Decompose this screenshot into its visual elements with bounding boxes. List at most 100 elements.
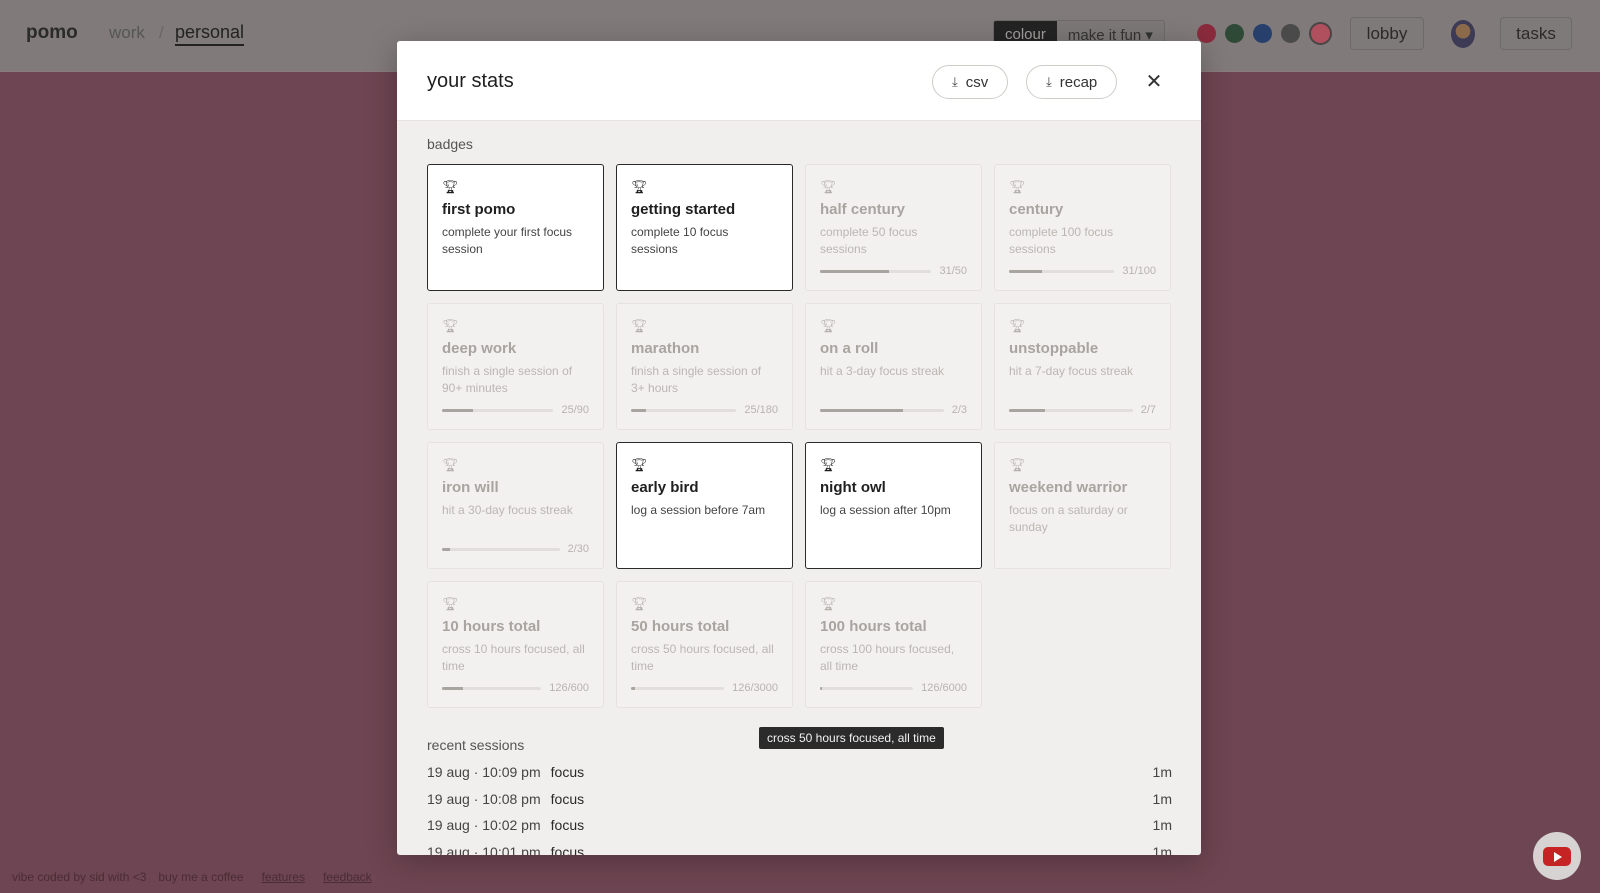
footer-credit: vibe coded by sid with <3 xyxy=(12,870,147,884)
trophy-icon: 🏆︎ xyxy=(820,179,837,194)
progress-track xyxy=(442,547,560,551)
badge-name: night owl xyxy=(820,479,886,496)
badge-card[interactable]: 🏆︎ first pomo complete your first focus se… xyxy=(427,164,604,291)
badges-heading: badges xyxy=(427,136,473,152)
badge-name: iron will xyxy=(442,479,499,496)
tasks-button[interactable]: tasks xyxy=(1500,17,1572,50)
progress-track xyxy=(820,686,914,690)
badge-name: half century xyxy=(820,201,906,218)
download-csv-button[interactable]: ⤓ csv xyxy=(932,65,1009,99)
session-row: 19 aug · 10:08 pm focus 1m xyxy=(427,791,1172,811)
badge-description: log a session after 10pm xyxy=(820,503,951,517)
progress-fill xyxy=(1009,408,1045,412)
badge-card[interactable]: 🏆︎ half century complete 50 focus sessions… xyxy=(805,164,982,291)
badge-progress: 2/30 xyxy=(442,543,589,555)
footer-coffee-link[interactable]: buy me a coffee xyxy=(158,870,243,884)
session-time: 19 aug · 10:08 pm xyxy=(427,790,541,807)
trophy-icon: 🏆︎ xyxy=(442,457,459,472)
theme-swatch-gray[interactable] xyxy=(1281,24,1300,43)
nav-work[interactable]: work xyxy=(109,23,145,43)
theme-swatch-green[interactable] xyxy=(1225,24,1244,43)
modal-title: your stats xyxy=(427,70,514,92)
session-time: 19 aug · 10:02 pm xyxy=(427,817,541,833)
progress-track xyxy=(442,686,542,690)
nav-personal[interactable]: personal xyxy=(175,22,245,46)
progress-count: 31/100 xyxy=(1122,265,1156,277)
progress-count: 31/50 xyxy=(939,265,967,277)
progress-track xyxy=(820,408,944,412)
badge-description: focus on a saturday or sunday xyxy=(1009,503,1128,534)
badge-card[interactable]: 🏆︎ weekend warrior focus on a saturday or … xyxy=(994,442,1171,569)
brand-logo[interactable]: pomo xyxy=(26,22,78,44)
badge-card[interactable]: 🏆︎ century complete 100 focus sessions 31/1… xyxy=(994,164,1171,291)
badge-card[interactable]: 🏆︎ night owl log a session after 10pm xyxy=(805,442,982,569)
badge-card[interactable]: 🏆︎ 100 hours total cross 100 hours focused… xyxy=(805,581,982,708)
badge-card[interactable]: 🏆︎ deep work finish a single session of 90… xyxy=(427,303,604,430)
badge-description: finish a single session of 90+ minutes xyxy=(442,364,573,395)
badge-progress: 25/90 xyxy=(442,404,589,416)
youtube-player-button[interactable] xyxy=(1533,832,1581,880)
progress-track xyxy=(1009,269,1115,273)
session-type: focus xyxy=(550,764,585,780)
avatar[interactable] xyxy=(1451,20,1475,48)
trophy-icon: 🏆︎ xyxy=(1009,179,1026,194)
session-type: focus xyxy=(550,817,585,833)
session-duration: 1m xyxy=(1152,817,1172,833)
theme-swatch-rose-selected[interactable] xyxy=(1309,22,1332,45)
progress-track xyxy=(442,408,554,412)
trophy-icon: 🏆︎ xyxy=(1009,318,1026,333)
badge-description: hit a 30-day focus streak xyxy=(442,503,573,517)
badge-name: first pomo xyxy=(442,201,516,218)
badge-description: hit a 3-day focus streak xyxy=(820,364,945,378)
youtube-icon xyxy=(1543,846,1571,866)
badge-card[interactable]: 🏆︎ on a roll hit a 3-day focus streak 2/3 xyxy=(805,303,982,430)
session-duration: 1m xyxy=(1152,790,1172,807)
session-time: 19 aug · 10:09 pm xyxy=(427,764,541,780)
session-duration: 1m xyxy=(1152,764,1172,780)
badge-name: marathon xyxy=(631,340,700,357)
progress-fill xyxy=(820,408,903,412)
download-icon: ⤓ xyxy=(952,74,958,89)
badge-card[interactable]: 🏆︎ iron will hit a 30-day focus streak 2/30 xyxy=(427,442,604,569)
footer: vibe coded by sid with <3 buy me a coffe… xyxy=(12,870,372,884)
badge-card[interactable]: 🏆︎ 10 hours total cross 10 hours focused, … xyxy=(427,581,604,708)
lobby-button[interactable]: lobby xyxy=(1350,17,1424,50)
theme-swatch-blue[interactable] xyxy=(1253,24,1272,43)
trophy-icon: 🏆︎ xyxy=(631,596,648,611)
badge-card[interactable]: 🏆︎ unstoppable hit a 7-day focus streak 2/7 xyxy=(994,303,1171,430)
trophy-icon: 🏆︎ xyxy=(1009,457,1026,472)
badge-card[interactable]: 🏆︎ getting started complete 10 focus sessi… xyxy=(616,164,793,291)
download-recap-button[interactable]: ⤓ recap xyxy=(1026,65,1118,99)
progress-count: 2/3 xyxy=(951,404,967,416)
trophy-icon: 🏆︎ xyxy=(631,457,648,472)
badge-description: complete 100 focus sessions xyxy=(1009,225,1114,256)
progress-track xyxy=(631,686,725,690)
badge-progress: 126/3000 xyxy=(631,682,778,694)
session-type: focus xyxy=(550,790,585,807)
csv-label: csv xyxy=(965,73,989,91)
trophy-icon: 🏆︎ xyxy=(820,318,837,333)
footer-feedback-link[interactable]: feedback xyxy=(323,870,372,884)
trophy-icon: 🏆︎ xyxy=(820,596,837,611)
session-time: 19 aug · 10:01 pm xyxy=(427,843,541,856)
badge-card[interactable]: 🏆︎ marathon finish a single session of 3+ … xyxy=(616,303,793,430)
recap-label: recap xyxy=(1059,73,1098,91)
progress-fill xyxy=(442,547,451,551)
progress-track xyxy=(820,269,932,273)
badge-card[interactable]: 🏆︎ 50 hours total cross 50 hours focused, … xyxy=(616,581,793,708)
close-icon[interactable]: ✕ xyxy=(1143,71,1165,93)
footer-features-link[interactable]: features xyxy=(262,870,305,884)
progress-fill xyxy=(442,686,463,690)
progress-count: 126/6000 xyxy=(921,682,967,694)
trophy-icon: 🏆︎ xyxy=(442,596,459,611)
badge-card[interactable]: 🏆︎ early bird log a session before 7am xyxy=(616,442,793,569)
badge-tooltip: cross 50 hours focused, all time xyxy=(759,727,944,749)
badge-name: 100 hours total xyxy=(820,618,927,635)
progress-fill xyxy=(820,686,822,690)
badge-name: early bird xyxy=(631,479,699,496)
recent-sessions-heading: recent sessions xyxy=(427,737,525,753)
trophy-icon: 🏆︎ xyxy=(631,318,648,333)
badge-name: weekend warrior xyxy=(1009,479,1128,496)
session-duration: 1m xyxy=(1152,843,1172,856)
badge-progress: 31/100 xyxy=(1009,265,1156,277)
